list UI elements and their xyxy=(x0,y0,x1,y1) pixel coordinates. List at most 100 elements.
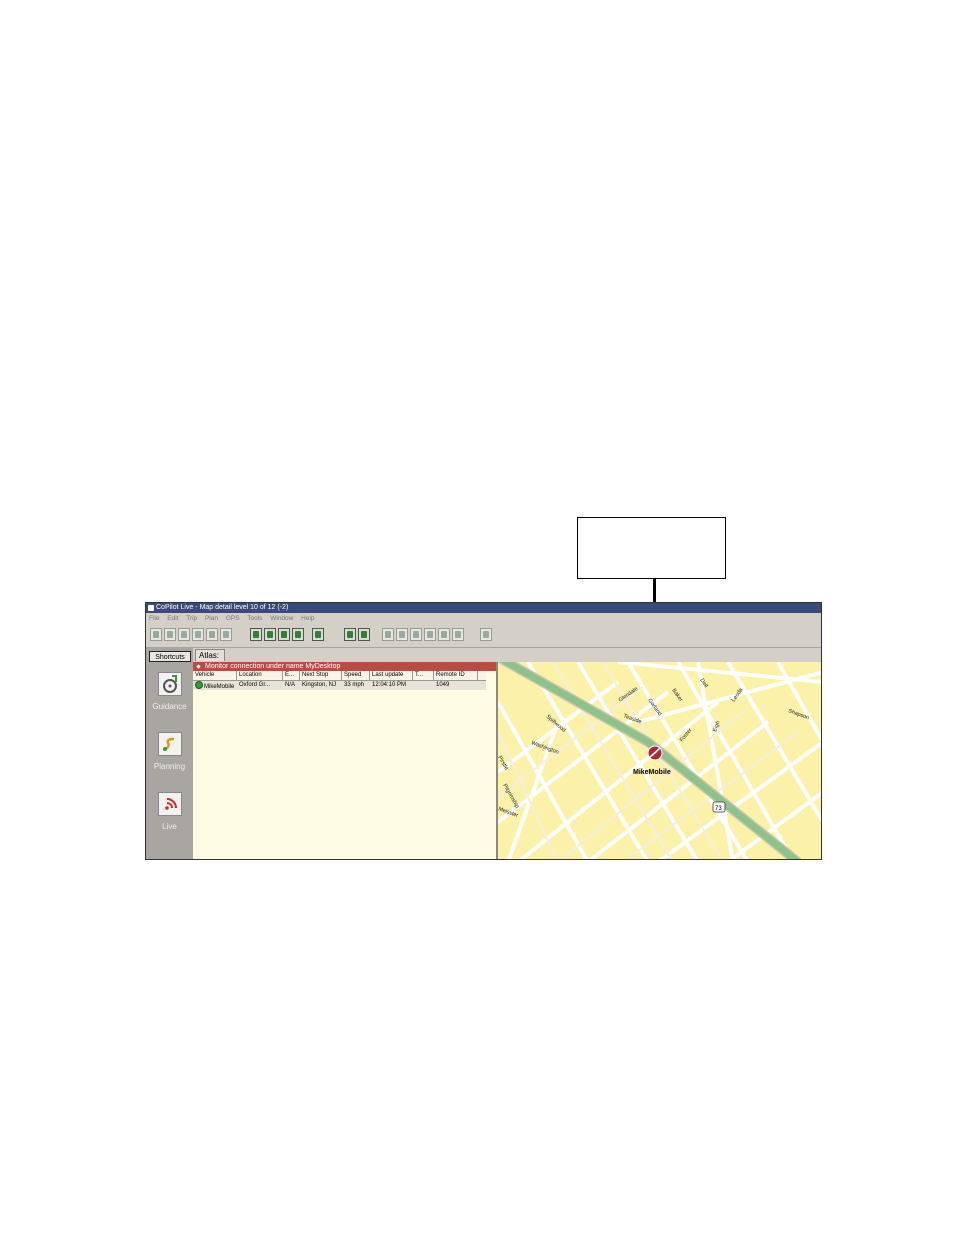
cell-t xyxy=(413,681,434,690)
toolbar-icon xyxy=(195,631,201,638)
street-label-dell: Dell xyxy=(698,678,708,689)
guidance-label: Guidance xyxy=(152,702,187,711)
live-label: Live xyxy=(162,822,177,831)
map-view-button[interactable] xyxy=(292,628,304,641)
col-eta[interactable]: E... xyxy=(283,671,300,680)
menu-bar: File Edit Trip Plan GPS Tools Window Hel… xyxy=(146,613,821,625)
map-region-icon xyxy=(315,631,321,638)
col-next-stop[interactable]: Next Stop xyxy=(300,671,342,680)
route-planning-icon xyxy=(163,737,175,751)
street-label-glendale: Glendale xyxy=(618,686,639,704)
menu-plan[interactable]: Plan xyxy=(205,615,218,622)
menu-tools[interactable]: Tools xyxy=(247,615,262,622)
toolbar-button-16[interactable] xyxy=(410,628,422,641)
monitor-header-text: Monitor connection under name MyDesktop xyxy=(205,663,341,670)
toolbar-icon xyxy=(427,631,433,638)
shortcuts-sidebar: Shortcuts Guidance Planning Live xyxy=(146,648,193,859)
toolbar-icon xyxy=(181,631,187,638)
app-window: CoPilot Live - Map detail level 10 of 12… xyxy=(145,602,822,860)
title-bar: CoPilot Live - Map detail level 10 of 12… xyxy=(146,603,821,613)
zoom-out-icon xyxy=(281,631,287,638)
menu-window[interactable]: Window xyxy=(270,615,293,622)
col-remote-id[interactable]: Remote ID xyxy=(434,671,478,680)
callout-box xyxy=(577,517,726,579)
cell-vehicle-text: MikeMobile xyxy=(204,684,235,690)
help-icon xyxy=(483,631,489,638)
menu-file[interactable]: File xyxy=(149,615,159,622)
tab-bar: Atlas: xyxy=(193,648,821,662)
tab-atlas[interactable]: Atlas: xyxy=(195,649,225,661)
toolbar-button-1[interactable] xyxy=(150,628,162,641)
monitor-header: Monitor connection under name MyDesktop xyxy=(193,662,496,671)
app-icon xyxy=(148,605,154,611)
street-label-baker: Baker xyxy=(670,688,683,703)
live-button[interactable] xyxy=(158,792,182,816)
zoom-in-button[interactable] xyxy=(264,628,276,641)
map-region-button[interactable] xyxy=(312,628,324,641)
guidance-button[interactable] xyxy=(158,672,182,696)
cell-eta: N/A xyxy=(285,682,296,688)
cell-vehicle: MikeMobile xyxy=(193,681,237,690)
menu-trip[interactable]: Trip xyxy=(186,615,197,622)
toolbar-icon xyxy=(209,631,215,638)
planning-label: Planning xyxy=(153,762,186,771)
col-vehicle[interactable]: Vehicle xyxy=(193,671,237,680)
toolbar-button-18[interactable] xyxy=(438,628,450,641)
toolbar-icon xyxy=(399,631,405,638)
map-icon xyxy=(295,631,301,638)
toolbar-button-4[interactable] xyxy=(192,628,204,641)
toolbar xyxy=(146,625,821,648)
vehicle-track-button[interactable] xyxy=(344,628,356,641)
toolbar-icon xyxy=(223,631,229,638)
toolbar-button-3[interactable] xyxy=(178,628,190,641)
status-dot-icon xyxy=(195,681,203,689)
cell-remote-id: 1049 xyxy=(436,682,450,688)
vehicle-icon xyxy=(347,631,353,638)
us-map-icon xyxy=(361,631,367,638)
toolbar-button-17[interactable] xyxy=(424,628,436,641)
help-button[interactable] xyxy=(480,628,492,641)
toolbar-icon xyxy=(153,631,159,638)
globe-icon xyxy=(253,631,259,638)
toolbar-icon xyxy=(385,631,391,638)
col-t[interactable]: T... xyxy=(413,671,434,680)
col-last-update[interactable]: Last update xyxy=(370,671,413,680)
signal-icon xyxy=(165,798,177,810)
zoom-out-button[interactable] xyxy=(278,628,290,641)
col-speed[interactable]: Speed xyxy=(342,671,370,680)
menu-help[interactable]: Help xyxy=(301,615,314,622)
col-location[interactable]: Location xyxy=(237,671,283,680)
toolbar-button-2[interactable] xyxy=(164,628,176,641)
table-row[interactable]: MikeMobile Oxford Gr... N/A Kingston, NJ… xyxy=(193,681,486,690)
toolbar-icon xyxy=(167,631,173,638)
cell-next-stop: Kingston, NJ xyxy=(302,682,337,688)
toolbar-button-14[interactable] xyxy=(382,628,394,641)
toolbar-button-6[interactable] xyxy=(220,628,232,641)
monitor-panel: Monitor connection under name MyDesktop … xyxy=(193,662,498,859)
bullet-icon xyxy=(196,664,201,669)
route-shield-number: 73 xyxy=(715,806,722,812)
window-title: CoPilot Live - Map detail level 10 of 12… xyxy=(156,604,289,611)
vehicle-table-header: Vehicle Location E... Next Stop Speed La… xyxy=(193,671,486,681)
toolbar-button-5[interactable] xyxy=(206,628,218,641)
toolbar-button-19[interactable] xyxy=(452,628,464,641)
planning-button[interactable] xyxy=(158,732,182,756)
route-shield: 73 xyxy=(712,801,726,813)
cell-location: Oxford Gr... xyxy=(239,682,271,688)
us-map-button[interactable] xyxy=(358,628,370,641)
shortcuts-button[interactable]: Shortcuts xyxy=(149,651,191,662)
cell-last-update: 12:04:10 PM xyxy=(372,682,407,688)
globe-button[interactable] xyxy=(250,628,262,641)
toolbar-button-15[interactable] xyxy=(396,628,408,641)
steering-wheel-icon xyxy=(163,675,177,693)
vehicle-marker[interactable] xyxy=(647,745,663,761)
toolbar-icon xyxy=(455,631,461,638)
map-view[interactable]: Glendale Garland Baker Dell Teaside Fost… xyxy=(498,662,821,859)
vehicle-map-label: MikeMobile xyxy=(633,769,671,776)
toolbar-icon xyxy=(413,631,419,638)
menu-edit[interactable]: Edit xyxy=(167,615,178,622)
menu-gps[interactable]: GPS xyxy=(226,615,240,622)
street-map: Glendale Garland Baker Dell Teaside Fost… xyxy=(498,662,821,859)
toolbar-icon xyxy=(441,631,447,638)
cell-speed: 33 mph xyxy=(344,682,365,688)
